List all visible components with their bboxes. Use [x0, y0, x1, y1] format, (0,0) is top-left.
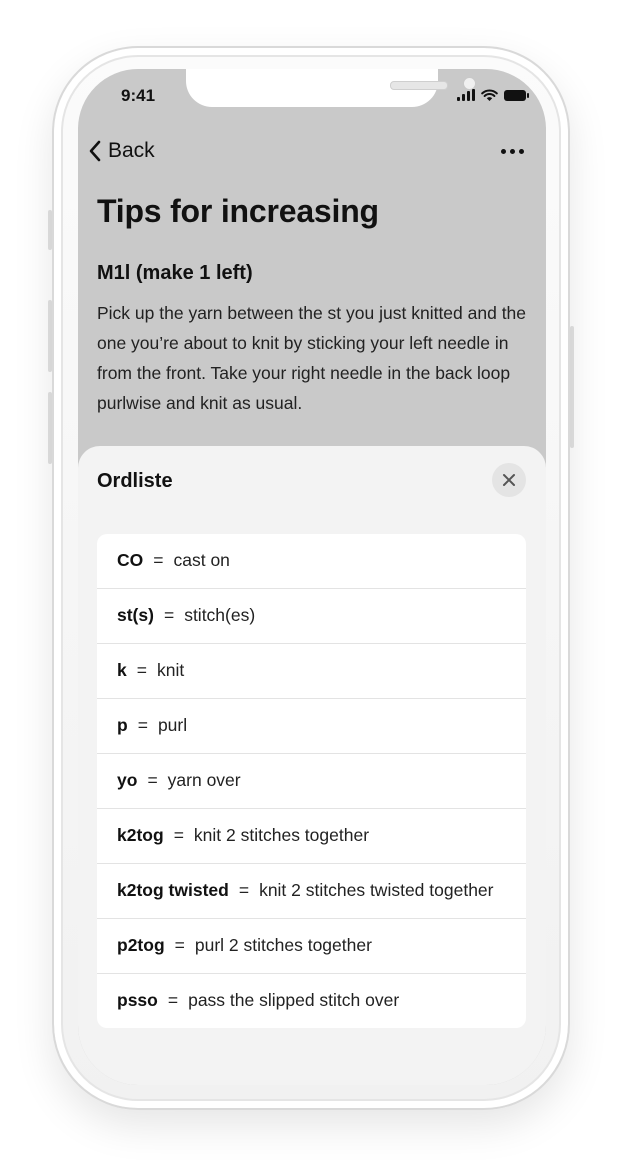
page-title: Tips for increasing — [97, 193, 379, 229]
equals-sign: = — [238, 880, 250, 900]
glossary-definition: purl — [157, 715, 188, 735]
equals-sign: = — [163, 605, 175, 625]
phone-power-button — [570, 326, 574, 448]
glossary-term: p — [117, 715, 128, 735]
glossary-list: CO = cast on st(s) = stitch(es) k = knit… — [97, 534, 526, 1028]
glossary-item: yo = yarn over — [97, 754, 526, 809]
glossary-item: k2tog twisted = knit 2 stitches twisted … — [97, 864, 526, 919]
equals-sign: = — [136, 660, 147, 680]
section-body: Pick up the yarn between the st you just… — [97, 303, 527, 413]
equals-sign: = — [153, 550, 164, 570]
equals-sign: = — [147, 770, 158, 790]
notch — [186, 69, 476, 107]
glossary-term: k2tog — [117, 825, 164, 845]
cellular-signal-icon — [457, 89, 475, 101]
battery-icon — [504, 89, 529, 101]
glossary-definition: knit 2 stitches together — [193, 825, 370, 845]
back-button[interactable]: Back — [88, 139, 155, 163]
status-icons — [457, 89, 529, 101]
glossary-term: k2tog twisted — [117, 880, 229, 900]
more-horizontal-icon[interactable] — [501, 149, 524, 154]
glossary-bottom-sheet: Ordliste CO = cast on st(s) = stitch(es) — [78, 446, 546, 1085]
glossary-definition: yarn over — [167, 770, 241, 790]
equals-sign: = — [167, 990, 179, 1010]
mockup-stage: 9:41 Back Tips for increasing M1l (make … — [0, 0, 622, 1160]
glossary-term: CO — [117, 550, 144, 570]
equals-sign: = — [173, 825, 184, 845]
phone-screen: 9:41 Back Tips for increasing M1l (make … — [78, 69, 546, 1085]
glossary-term: yo — [117, 770, 138, 790]
glossary-item: k = knit — [97, 644, 526, 699]
glossary-term: k — [117, 660, 127, 680]
status-time: 9:41 — [121, 86, 156, 105]
glossary-item: CO = cast on — [97, 534, 526, 589]
glossary-term: st(s) — [117, 605, 154, 625]
close-button[interactable] — [492, 463, 526, 497]
equals-sign: = — [137, 715, 148, 735]
glossary-item: st(s) = stitch(es) — [97, 589, 526, 644]
glossary-item: k2tog = knit 2 stitches together — [97, 809, 526, 864]
chevron-left-icon — [89, 140, 101, 162]
glossary-definition: pass the slipped stitch over — [188, 990, 400, 1010]
glossary-term: p2tog — [117, 935, 165, 955]
back-label: Back — [108, 139, 155, 162]
glossary-definition: cast on — [173, 550, 230, 570]
glossary-definition: stitch(es) — [184, 605, 256, 625]
glossary-definition: knit — [156, 660, 185, 680]
sheet-title: Ordliste — [97, 470, 173, 492]
glossary-term: psso — [117, 990, 158, 1010]
speaker-grille — [390, 81, 448, 90]
glossary-definition: purl 2 stitches together — [194, 935, 372, 955]
glossary-item: p2tog = purl 2 stitches together — [97, 919, 526, 974]
section-heading: M1l (make 1 left) — [97, 262, 253, 284]
equals-sign: = — [174, 935, 185, 955]
glossary-item: p = purl — [97, 699, 526, 754]
wifi-icon — [481, 89, 498, 101]
glossary-item: psso = pass the slipped stitch over — [97, 974, 526, 1028]
glossary-definition: knit 2 stitches twisted together — [259, 880, 494, 900]
close-icon — [503, 474, 515, 486]
